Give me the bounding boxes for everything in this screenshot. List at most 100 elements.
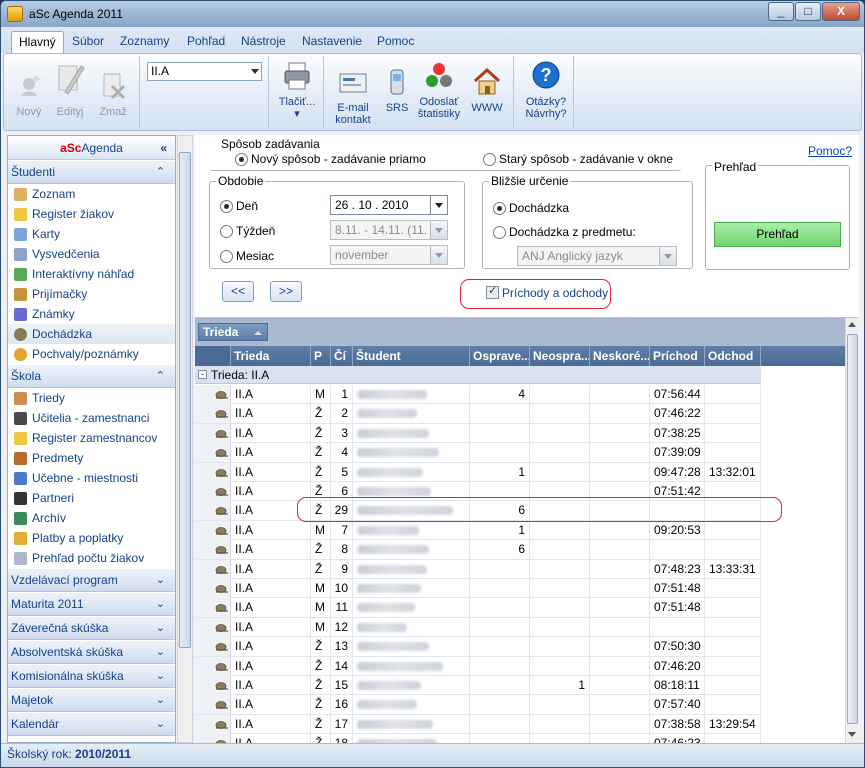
cell-nes[interactable] [590, 404, 650, 424]
cell-nes[interactable] [590, 540, 650, 560]
cell-osp[interactable] [470, 676, 530, 695]
sidebar-header[interactable]: aScAgenda « [8, 136, 175, 160]
cell-osp[interactable] [470, 598, 530, 618]
cell-prichod[interactable]: 07:46:20 [650, 656, 705, 676]
table-row[interactable]: II.A Ž 5 1 09:47:28 13:32:01 [195, 462, 761, 482]
next-button[interactable]: >> [270, 281, 302, 302]
cell-osp[interactable] [470, 617, 530, 637]
cell-neo[interactable] [530, 423, 590, 443]
cell-osp[interactable] [470, 734, 530, 743]
cell-osp[interactable]: 1 [470, 462, 530, 482]
cell-nes[interactable] [590, 637, 650, 657]
cell-nes[interactable] [590, 423, 650, 443]
section-school[interactable]: Škola ⌃ [8, 364, 175, 388]
section-maturita[interactable]: Maturita 2011 ⌄ [8, 592, 175, 616]
tab-zoznamy[interactable]: Zoznamy [113, 31, 176, 53]
header-prichod[interactable]: Príchod [650, 346, 705, 366]
cell-p[interactable]: Ž [311, 559, 331, 579]
cell-nes[interactable] [590, 734, 650, 743]
cell-neo[interactable] [530, 695, 590, 715]
cell-trieda[interactable]: II.A [231, 385, 311, 404]
cell-neo[interactable] [530, 637, 590, 657]
cell-neo[interactable] [530, 617, 590, 637]
cell-nes[interactable] [590, 520, 650, 540]
table-row[interactable]: II.A M 10 07:51:48 [195, 579, 761, 599]
cell-ci[interactable]: 13 [331, 637, 353, 657]
tab-subor[interactable]: Súbor [65, 31, 111, 53]
section-majetok[interactable]: Majetok ⌄ [8, 688, 175, 712]
cell-nes[interactable] [590, 559, 650, 579]
help-link[interactable]: Pomoc? [808, 144, 852, 158]
cell-trieda[interactable]: II.A [231, 443, 311, 463]
cell-prichod[interactable]: 09:47:28 [650, 462, 705, 482]
cell-odchod[interactable] [705, 385, 761, 404]
cell-ci[interactable]: 1 [331, 385, 353, 404]
cell-ci[interactable]: 15 [331, 676, 353, 695]
header-neospravedlnene[interactable]: Neospra... [530, 346, 590, 366]
close-button[interactable]: X [822, 2, 860, 21]
sidebar-item-vysvedcenia[interactable]: Vysvedčenia [8, 244, 175, 264]
cell-p[interactable]: Ž [311, 695, 331, 715]
cell-nes[interactable] [590, 598, 650, 618]
cell-neo[interactable] [530, 540, 590, 560]
cell-osp[interactable] [470, 656, 530, 676]
cell-prichod[interactable]: 07:39:09 [650, 443, 705, 463]
cell-trieda[interactable]: II.A [231, 598, 311, 618]
sidebar-item-zoznam[interactable]: Zoznam [8, 184, 175, 204]
cell-osp[interactable]: 6 [470, 540, 530, 560]
cell-nes[interactable] [590, 443, 650, 463]
cell-odchod[interactable] [705, 656, 761, 676]
new-mode-radio[interactable]: Nový spôsob - zadávanie priamo [235, 152, 426, 166]
cell-ci[interactable]: 8 [331, 540, 353, 560]
cell-neo[interactable] [530, 714, 590, 734]
attendance-radio[interactable]: Dochádzka [493, 201, 569, 215]
cell-odchod[interactable] [705, 695, 761, 715]
cell-prichod[interactable]: 07:57:40 [650, 695, 705, 715]
cell-ci[interactable]: 9 [331, 559, 353, 579]
section-vzdelavaci-program[interactable]: Vzdelávací program ⌄ [8, 568, 175, 592]
cell-prichod[interactable] [650, 540, 705, 560]
cell-p[interactable]: Ž [311, 734, 331, 743]
group-row[interactable]: - Trieda: II.A [195, 366, 761, 384]
sidebar-item-interaktivny-nahlad[interactable]: Interaktívny náhľad [8, 264, 175, 284]
cell-odchod[interactable]: 13:32:01 [705, 462, 761, 482]
section-students[interactable]: Študenti ⌃ [8, 160, 175, 184]
cell-neo[interactable] [530, 598, 590, 618]
table-row[interactable]: II.A Ž 4 07:39:09 [195, 443, 761, 463]
cell-neo[interactable] [530, 443, 590, 463]
cell-trieda[interactable]: II.A [231, 617, 311, 637]
cell-trieda[interactable]: II.A [231, 540, 311, 560]
cell-ci[interactable]: 12 [331, 617, 353, 637]
print-button[interactable]: Tlačiť... ▾ [275, 60, 319, 120]
tab-pomoc[interactable]: Pomoc [370, 31, 421, 53]
cell-p[interactable]: Ž [311, 540, 331, 560]
sidebar-item-predmety[interactable]: Predmety [8, 448, 175, 468]
table-row[interactable]: II.A Ž 9 07:48:23 13:33:31 [195, 559, 761, 579]
sidebar-item-register-ziakov[interactable]: Register žiakov [8, 204, 175, 224]
cell-ci[interactable]: 3 [331, 423, 353, 443]
cell-osp[interactable] [470, 443, 530, 463]
cell-p[interactable]: M [311, 579, 331, 598]
header-trieda[interactable]: Trieda [231, 346, 311, 366]
table-row[interactable]: II.AŽ18 07:46:23 [195, 734, 761, 743]
cell-ci[interactable]: 18 [331, 734, 353, 743]
cell-nes[interactable] [590, 385, 650, 404]
sidebar-item-znamky[interactable]: Známky [8, 304, 175, 324]
cell-odchod[interactable] [705, 637, 761, 657]
section-kalendar[interactable]: Kalendár ⌄ [8, 712, 175, 736]
cell-nes[interactable] [590, 656, 650, 676]
grid-scroll-thumb[interactable] [847, 334, 858, 724]
table-row[interactable]: II.A Ž 16 07:57:40 [195, 695, 761, 715]
sidebar-item-pochvaly[interactable]: Pochvaly/poznámky [8, 344, 175, 364]
delete-button[interactable]: Zmaž [96, 70, 130, 118]
cell-osp[interactable] [470, 695, 530, 715]
tab-nastavenie[interactable]: Nastavenie [295, 31, 369, 53]
cell-nes[interactable] [590, 695, 650, 715]
cell-odchod[interactable] [705, 676, 761, 695]
cell-ci[interactable]: 10 [331, 579, 353, 598]
cell-p[interactable]: Ž [311, 404, 331, 424]
cell-nes[interactable] [590, 676, 650, 695]
cell-odchod[interactable] [705, 598, 761, 618]
new-button[interactable]: Nový [12, 70, 46, 118]
cell-osp[interactable] [470, 579, 530, 598]
